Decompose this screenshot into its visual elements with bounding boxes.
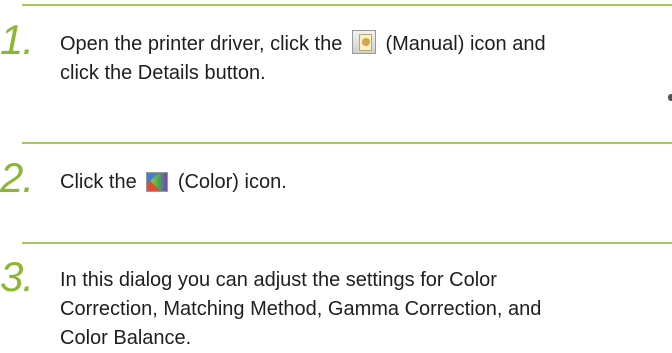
color-icon [146,172,169,192]
step-1-line1-before: Open the printer driver, click the [60,33,343,55]
step-3-number: 3. [0,253,34,300]
page-edge-mark [668,94,672,101]
step-2-number: 2. [0,154,34,201]
step-3-text: In this dialog you can adjust the settin… [60,266,668,353]
step-1-line1-after: (Manual) icon and [385,33,546,55]
step-1-divider [22,4,672,6]
step-3-line2: Correction, Matching Method, Gamma Corre… [60,298,542,320]
step-2-line1-after: (Color) icon. [177,171,287,193]
step-1-text: Open the printer driver, click the (Manu… [60,30,668,88]
step-1-number: 1. [0,16,34,63]
step-3-line1: In this dialog you can adjust the settin… [60,269,497,291]
step-2-divider [22,142,672,144]
step-3-divider [22,242,672,244]
step-2-text: Click the (Color) icon. [60,168,668,197]
step-2-line1-before: Click the [60,171,137,193]
step-3-line3: Color Balance. [60,327,192,349]
manual-icon [351,30,376,54]
step-1-line2: click the Details button. [60,62,266,84]
